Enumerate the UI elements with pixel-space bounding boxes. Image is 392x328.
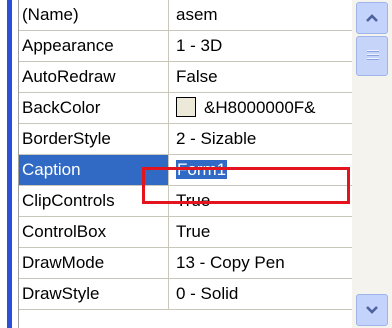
- left-edge-bar: [0, 0, 18, 328]
- property-row-backcolor[interactable]: BackColor &H8000000F&: [19, 93, 353, 124]
- property-name: Appearance: [19, 31, 169, 61]
- property-value[interactable]: True: [170, 217, 353, 247]
- property-value-text: asem: [176, 5, 218, 24]
- property-value[interactable]: &H8000000F&: [170, 93, 353, 123]
- property-value-text: 0 - Solid: [176, 284, 239, 303]
- color-swatch: [176, 96, 196, 117]
- property-name: (Name): [19, 0, 169, 30]
- property-value-text: 2 - Sizable: [176, 129, 257, 148]
- property-row-appearance[interactable]: Appearance 1 - 3D: [19, 31, 353, 62]
- left-accent-stripe: [7, 0, 12, 328]
- property-value-text: True: [176, 222, 211, 241]
- property-value[interactable]: 1 - 3D: [170, 31, 353, 61]
- scroll-up-button[interactable]: [356, 2, 388, 34]
- property-row-borderstyle[interactable]: BorderStyle 2 - Sizable: [19, 124, 353, 155]
- property-row-drawmode[interactable]: DrawMode 13 - Copy Pen: [19, 248, 353, 279]
- property-value[interactable]: False: [170, 62, 353, 92]
- property-grid: (Name) asem Appearance 1 - 3D AutoRedraw…: [18, 0, 353, 328]
- property-name: ControlBox: [19, 217, 169, 247]
- property-value-text: False: [176, 67, 218, 86]
- property-row-controlbox[interactable]: ControlBox True: [19, 217, 353, 248]
- vertical-scrollbar[interactable]: [352, 0, 392, 328]
- scroll-down-button[interactable]: [356, 294, 388, 326]
- property-row-autoredraw[interactable]: AutoRedraw False: [19, 62, 353, 93]
- property-value-text: 1 - 3D: [176, 36, 223, 55]
- property-value[interactable]: 0 - Solid: [170, 279, 353, 309]
- caption-highlight-box: [142, 167, 350, 204]
- property-row-drawstyle[interactable]: DrawStyle 0 - Solid: [19, 279, 353, 310]
- property-name: DrawMode: [19, 248, 169, 278]
- property-name: BorderStyle: [19, 124, 169, 154]
- chevron-up-icon: [366, 14, 378, 22]
- property-value-text: 13 - Copy Pen: [176, 253, 285, 272]
- property-value[interactable]: 2 - Sizable: [170, 124, 353, 154]
- property-name: AutoRedraw: [19, 62, 169, 92]
- property-value[interactable]: asem: [170, 0, 353, 30]
- scroll-thumb[interactable]: [356, 36, 388, 76]
- property-name: DrawStyle: [19, 279, 169, 309]
- property-value[interactable]: 13 - Copy Pen: [170, 248, 353, 278]
- chevron-down-icon: [366, 306, 378, 314]
- property-name: BackColor: [19, 93, 169, 123]
- property-row-name[interactable]: (Name) asem: [19, 0, 353, 31]
- property-value-text: &H8000000F&: [204, 98, 316, 117]
